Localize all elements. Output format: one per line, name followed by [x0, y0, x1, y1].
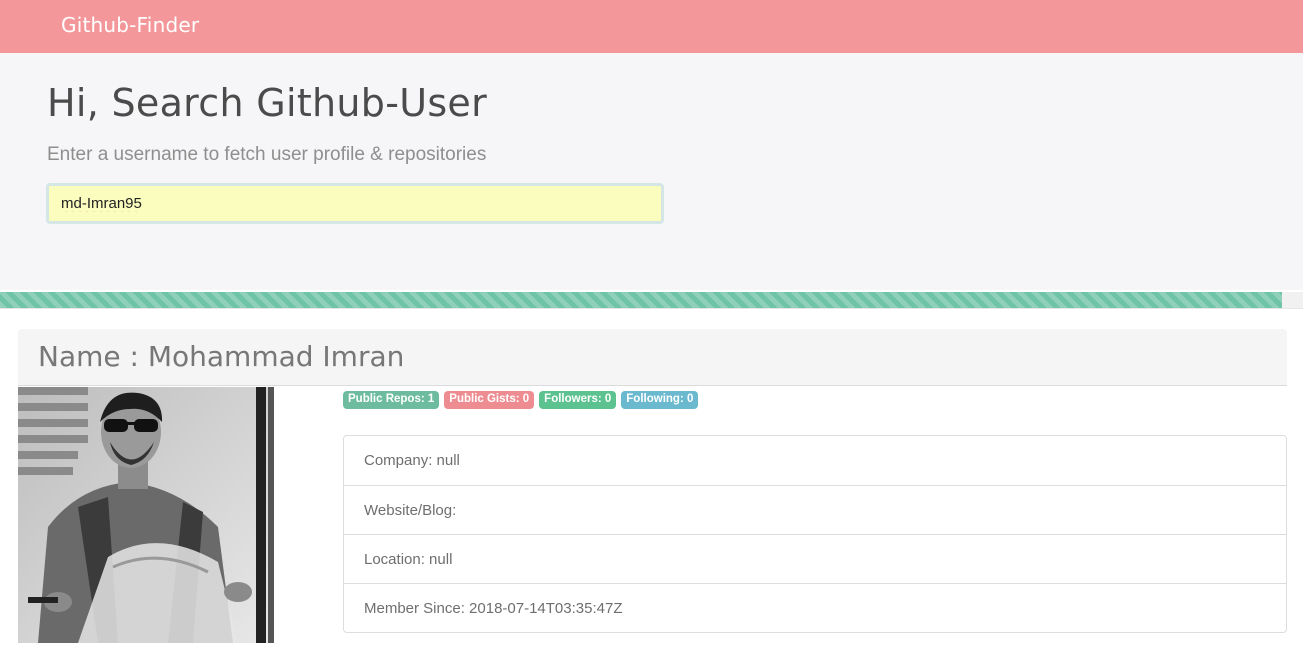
detail-item: Location: null	[344, 534, 1286, 583]
divider	[0, 308, 1303, 309]
user-photo-icon	[18, 387, 274, 643]
stat-badge: Public Gists: 0	[444, 391, 535, 409]
stats-badges: Public Repos: 1 Public Gists: 0 Followers:…	[343, 391, 699, 409]
stat-badge: Followers: 0	[539, 391, 617, 409]
stat-badge: Public Repos: 1	[343, 391, 440, 409]
name-prefix: Name :	[38, 340, 148, 373]
search-subtitle: Enter a username to fetch user profile &…	[47, 144, 487, 165]
loading-progress	[0, 292, 1303, 308]
detail-item: Website/Blog:	[344, 485, 1286, 534]
profile-card-header: Name : Mohammad Imran	[18, 329, 1287, 386]
detail-item: Member Since: 2018-07-14T03:35:47Z	[344, 583, 1286, 632]
search-input[interactable]	[46, 183, 664, 224]
profile-details-list: Company: null Website/Blog: Location: null…	[343, 435, 1287, 633]
progress-bar-fill	[0, 292, 1283, 308]
avatar	[18, 387, 274, 643]
stat-badge: Following: 0	[621, 391, 699, 409]
profile-name: Mohammad Imran	[147, 340, 405, 373]
search-section: Hi, Search Github-User Enter a username …	[0, 53, 1303, 290]
page-title: Hi, Search Github-User	[47, 81, 488, 125]
detail-item: Company: null	[364, 452, 460, 469]
navbar: Github-Finder	[0, 0, 1303, 53]
profile-name-heading: Name : Mohammad Imran	[38, 340, 404, 373]
brand-link[interactable]: Github-Finder	[61, 13, 199, 37]
